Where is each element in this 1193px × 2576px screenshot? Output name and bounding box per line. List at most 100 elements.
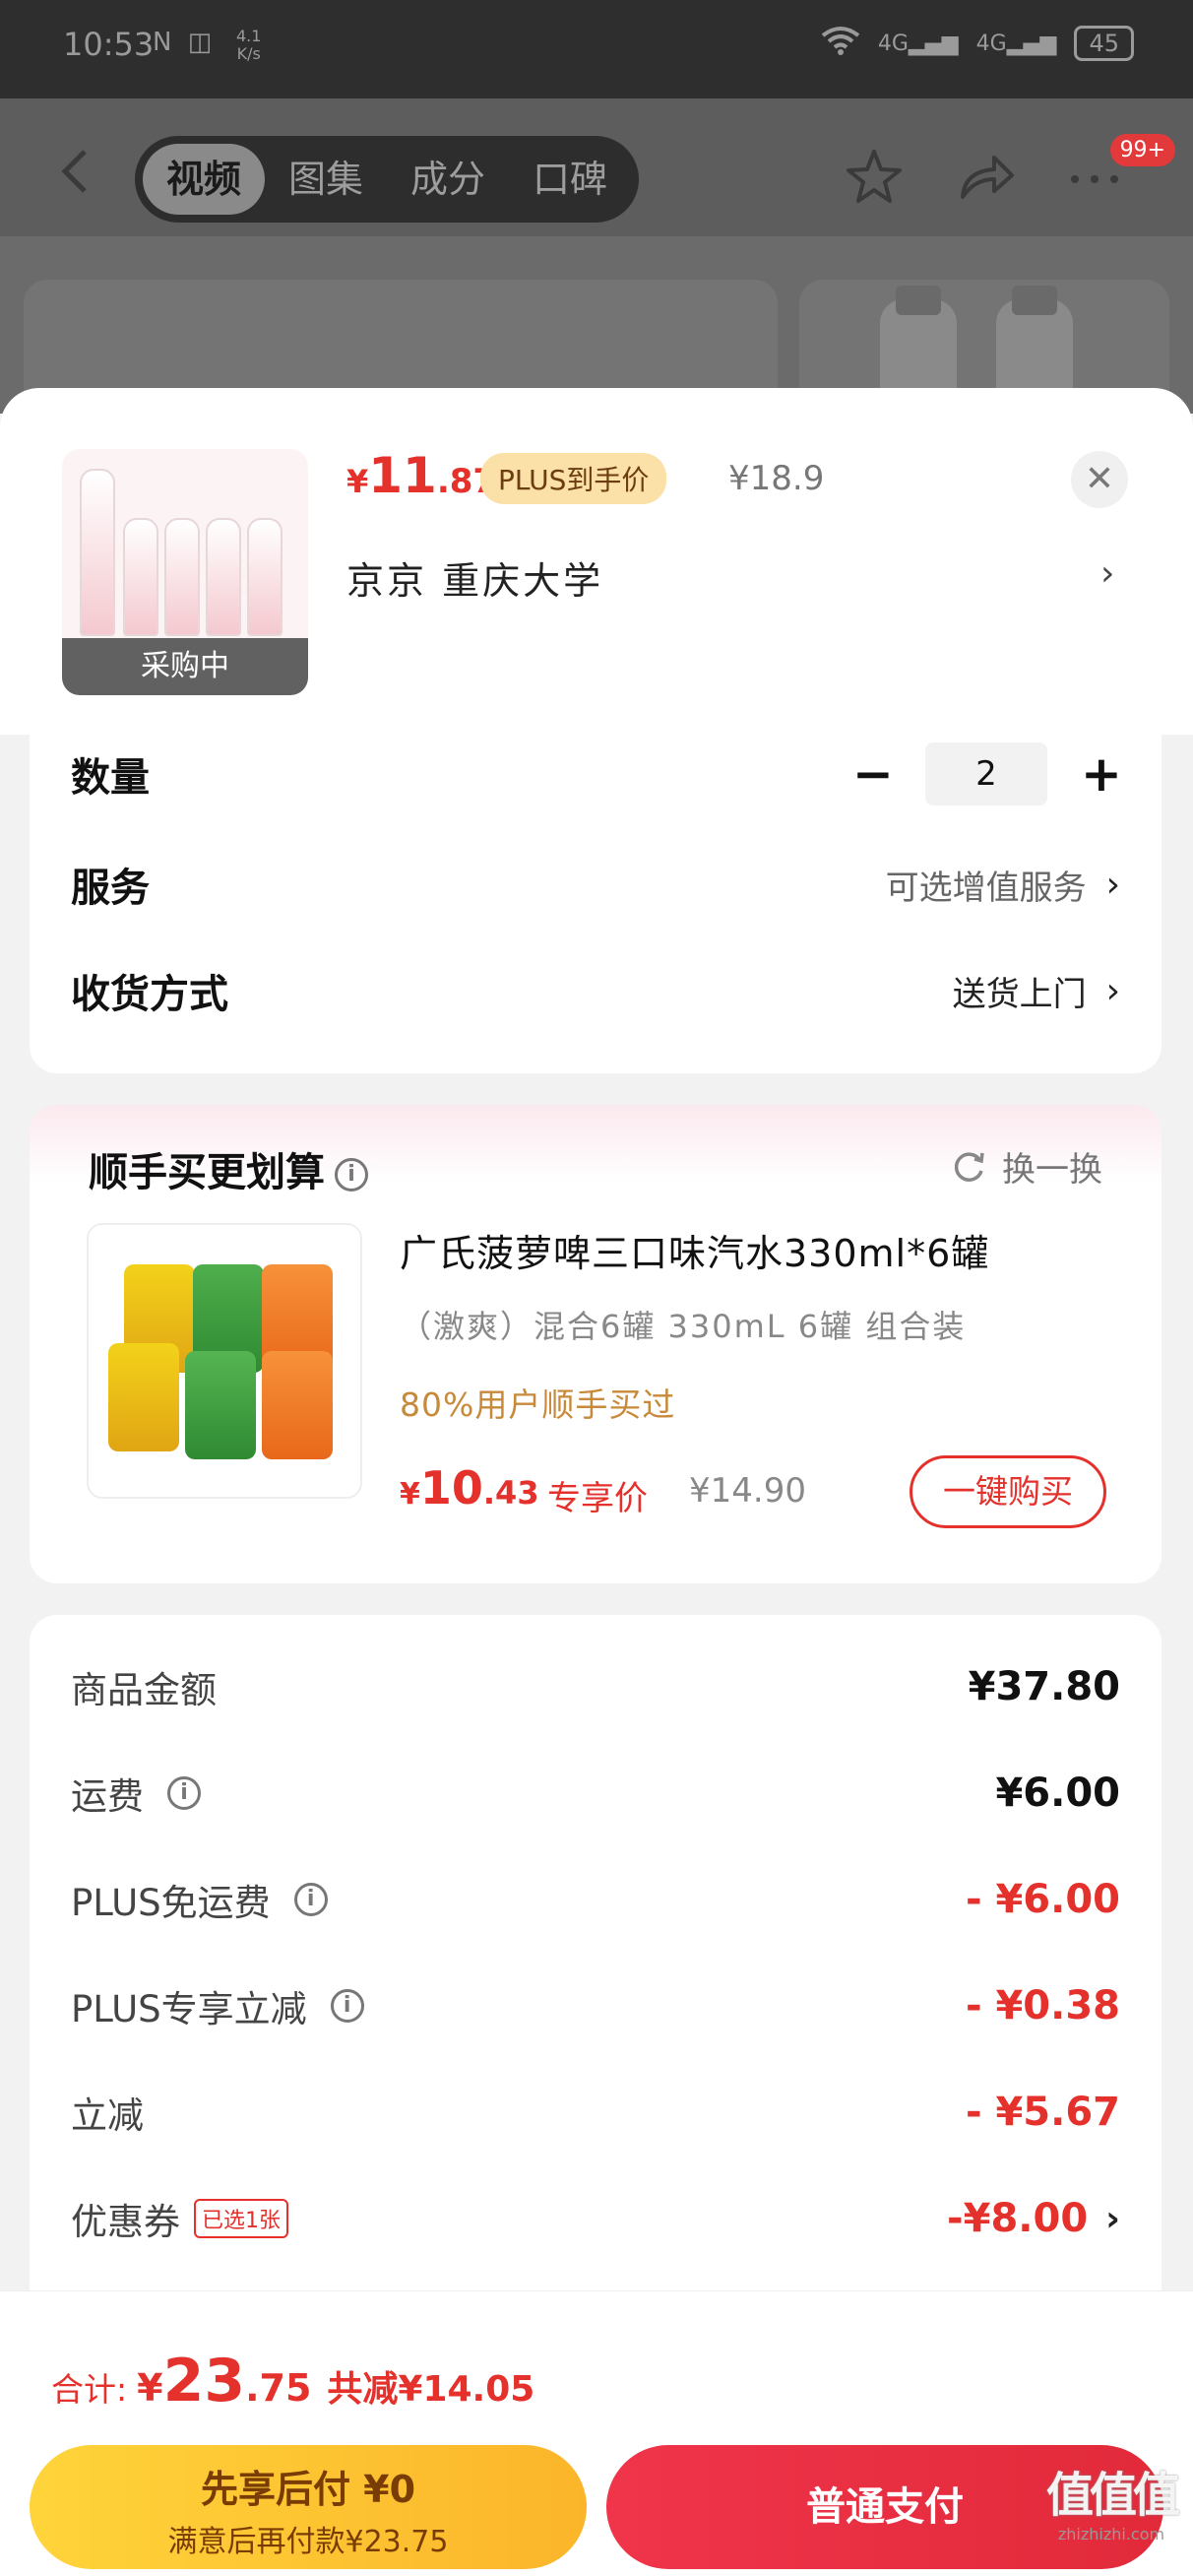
total-decimal: .75 [245, 2366, 312, 2410]
summary-label: 运费 [71, 1775, 144, 1818]
signal-icon-1: 4G▂▄▆ [877, 31, 959, 56]
product-thumbnail[interactable]: 采购中 [62, 449, 308, 695]
bottle-image [123, 518, 158, 636]
bundle-product-spec: （激爽）混合6罐 330mL 6罐 组合装 [400, 1308, 967, 1345]
summary-label: PLUS免运费 [71, 1882, 271, 1924]
summary-row: 立减 - ¥5.67 [71, 2078, 1120, 2147]
net-speed-unit: K/s [236, 44, 261, 63]
chevron-right-icon: › [1105, 2198, 1120, 2239]
bundle-title-group: 顺手买更划算 i [89, 1140, 368, 1197]
service-value: 可选增值服务 [885, 868, 1087, 908]
price-currency: ¥ [400, 1477, 420, 1512]
summary-label-group: PLUS免运费 i [71, 1873, 328, 1926]
signal-icon-2: 4G▂▄▆ [975, 31, 1057, 56]
summary-label-group: PLUS专享立减 i [71, 1979, 364, 2032]
delivery-value-group: 送货上门 › [953, 967, 1120, 1015]
checkout-bottom-bar: 合计: ¥ 23 .75 共减¥14.05 先享后付 ¥0 满意后再付款¥23.… [0, 2290, 1193, 2576]
chevron-right-icon: › [1105, 970, 1120, 1011]
refresh-icon [954, 1151, 984, 1182]
info-icon[interactable]: i [330, 1989, 364, 2023]
price-currency: ¥ [346, 463, 369, 500]
close-icon[interactable]: ✕ [1071, 451, 1128, 508]
share-icon[interactable] [955, 146, 1018, 209]
summary-value: - ¥6.00 [965, 1877, 1120, 1922]
bundle-price: ¥10.43 [400, 1461, 539, 1514]
summary-row: 商品金额 ¥37.80 [71, 1652, 1120, 1721]
delivery-label: 收货方式 [71, 972, 228, 1017]
bundle-product-name[interactable]: 广氏菠萝啤三口味汽水330ml*6罐 [400, 1223, 989, 1277]
refresh-label: 换一换 [1002, 1150, 1102, 1190]
bundle-recommendation-card: 顺手买更划算 i 换一换 广氏菠萝啤三口味汽水330ml*6罐 （激爽）混合6罐 … [30, 1105, 1162, 1583]
tab-video[interactable]: 视频 [143, 144, 266, 215]
watermark-logo: 值值值 zhizhizhi.com [1037, 2456, 1185, 2544]
price-integer: 10 [419, 1461, 483, 1514]
media-tabs: 视频 图集 成分 口碑 [135, 136, 640, 223]
bottle-image [164, 518, 200, 636]
tab-gallery[interactable]: 图集 [265, 144, 387, 215]
summary-label: 立减 [71, 2094, 144, 2137]
tab-reviews[interactable]: 口碑 [509, 144, 631, 215]
summary-row: 运费 i ¥6.00 [71, 1759, 1120, 1828]
nfc-vibrate-icon: N ◫ [153, 28, 217, 57]
quantity-input[interactable]: 2 [925, 742, 1047, 805]
can-image [185, 1351, 256, 1459]
summary-label-group: 运费 i [71, 1767, 201, 1820]
net-speed-value: 4.1 [236, 27, 262, 45]
message-badge: 99+ [1109, 134, 1175, 166]
quantity-row: 数量 − 2 + [71, 735, 1122, 813]
signal-label-2: 4G [975, 31, 1007, 56]
pay-later-button[interactable]: 先享后付 ¥0 满意后再付款¥23.75 [30, 2445, 587, 2569]
status-time: 10:53 [63, 26, 155, 63]
watermark-site: zhizhizhi.com [1057, 2525, 1165, 2544]
product-top-nav: 视频 图集 成分 口碑 99+ [0, 98, 1193, 236]
net-speed: 4.1 K/s [236, 28, 261, 63]
watermark-mark: 值值值 [1045, 2468, 1180, 2523]
coupon-value-group: -¥8.00 › [947, 2196, 1120, 2241]
tab-ingredients[interactable]: 成分 [387, 144, 509, 215]
delivery-address[interactable]: 京京 重庆大学 [346, 550, 603, 605]
info-icon[interactable]: i [335, 1158, 368, 1191]
total-label: 合计: [51, 2370, 128, 2409]
original-price: ¥18.9 [728, 459, 825, 498]
background-product-page: 10:53 N ◫ 4.1 K/s 4G▂▄▆ 4G▂▄▆ 45 视频 图集 成… [0, 0, 1193, 477]
service-label: 服务 [71, 866, 150, 911]
quantity-label: 数量 [71, 755, 150, 801]
refresh-button[interactable]: 换一换 [949, 1142, 1102, 1191]
bundle-product-image[interactable] [87, 1223, 362, 1499]
chevron-right-icon[interactable]: › [1100, 553, 1114, 594]
summary-value: -¥8.00 [947, 2196, 1089, 2241]
price-integer: 11 [368, 447, 437, 504]
delivery-value: 送货上门 [952, 974, 1087, 1014]
summary-label: 商品金额 [71, 1669, 217, 1711]
coupon-row[interactable]: 优惠券 已选1张 -¥8.00 › [71, 2184, 1120, 2253]
exclusive-price-label: 专享价 [547, 1479, 648, 1518]
total-integer: 23 [162, 2347, 246, 2415]
pay-later-title: 先享后付 ¥0 [200, 2468, 416, 2511]
back-icon[interactable] [55, 150, 94, 193]
increase-button[interactable]: + [1081, 745, 1122, 803]
delivery-row[interactable]: 收货方式 送货上门 › [71, 951, 1120, 1030]
thumb-status-label: 采购中 [62, 638, 308, 695]
bottle-image [247, 518, 283, 636]
product-price: ¥11.87 [346, 447, 496, 504]
pay-later-subtitle: 满意后再付款¥23.75 [167, 2525, 449, 2559]
status-bar: 10:53 N ◫ 4.1 K/s 4G▂▄▆ 4G▂▄▆ 45 [0, 0, 1193, 98]
info-icon[interactable]: i [293, 1883, 328, 1916]
one-click-buy-button[interactable]: 一键购买 [910, 1455, 1106, 1528]
star-icon[interactable] [843, 146, 906, 209]
bundle-title: 顺手买更划算 [89, 1150, 325, 1195]
summary-row: PLUS专享立减 i - ¥0.38 [71, 1971, 1120, 2040]
bottle-image [206, 518, 241, 636]
checkout-sheet: 采购中 ¥11.87 PLUS到手价 ¥18.9 ✕ 京京 重庆大学 › 数量 … [0, 388, 1193, 2576]
info-icon[interactable]: i [167, 1776, 201, 1810]
service-row[interactable]: 服务 可选增值服务 › [71, 845, 1120, 924]
price-decimal: .43 [482, 1474, 539, 1512]
decrease-button[interactable]: − [852, 745, 894, 803]
summary-value: - ¥5.67 [965, 2090, 1120, 2135]
summary-value: ¥37.80 [968, 1664, 1120, 1709]
summary-value: - ¥0.38 [965, 1983, 1120, 2029]
total-currency: ¥ [137, 2366, 163, 2410]
summary-label: 优惠券 [71, 2201, 180, 2243]
signal-label-1: 4G [877, 31, 909, 56]
summary-label: PLUS专享立减 [71, 1988, 307, 2030]
